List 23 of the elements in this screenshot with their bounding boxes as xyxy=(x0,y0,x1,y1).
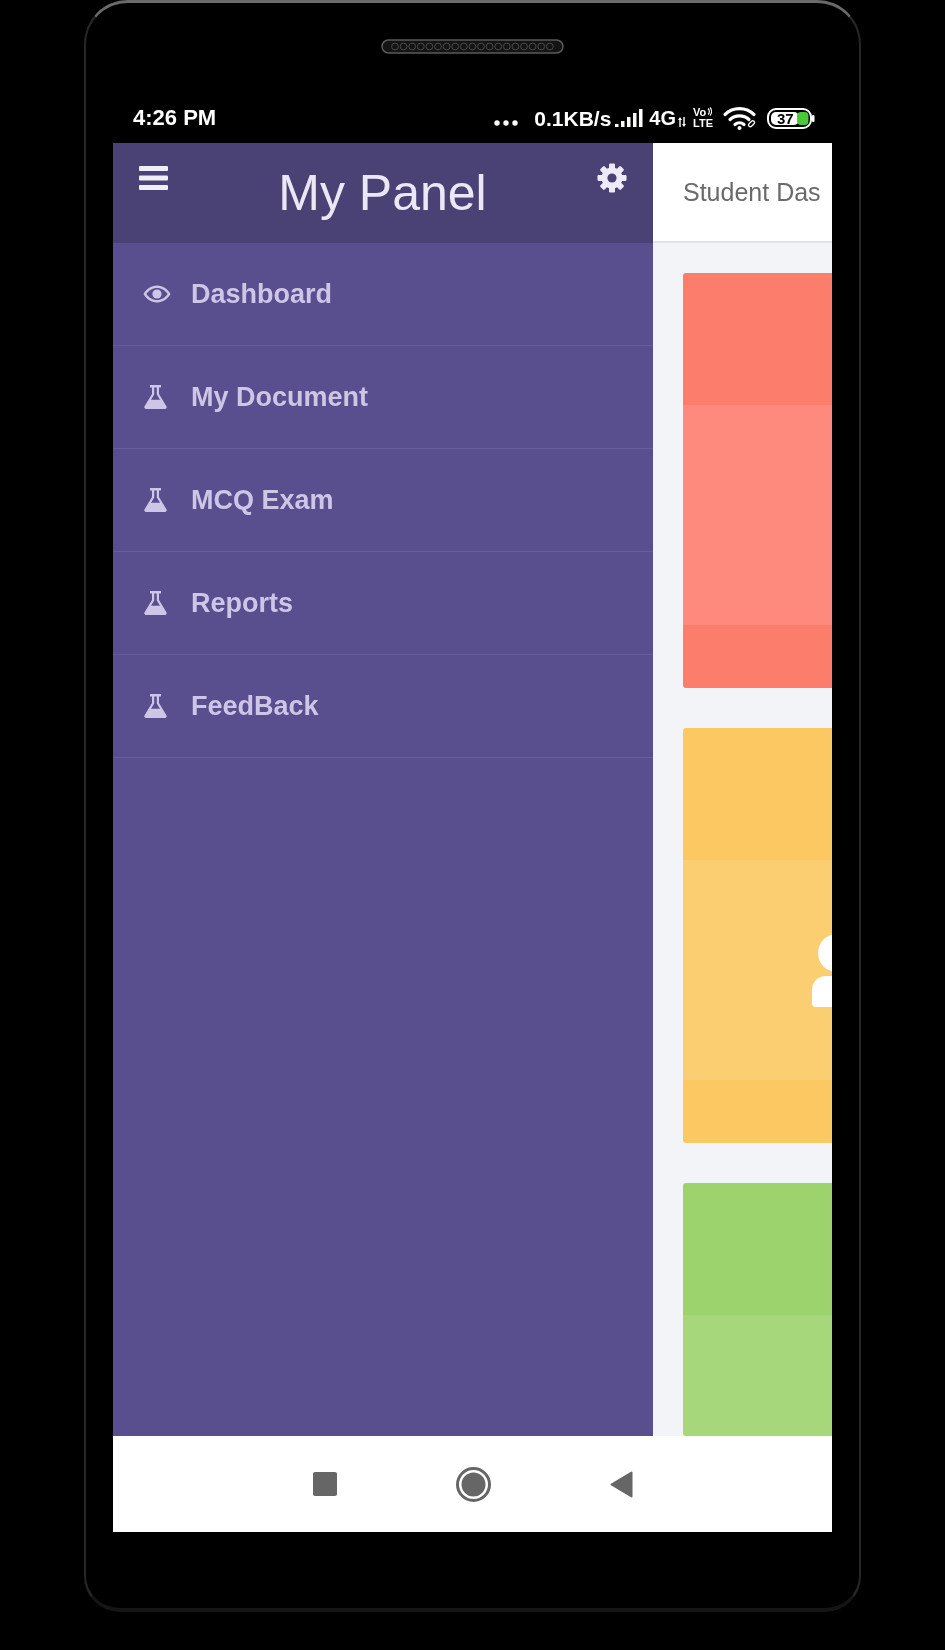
back-icon[interactable] xyxy=(609,1470,633,1498)
volte-label: LTE xyxy=(693,118,713,129)
eye-icon xyxy=(143,285,171,303)
status-time: 4:26 PM xyxy=(133,107,217,129)
signal-icon xyxy=(615,109,644,127)
menu-icon[interactable] xyxy=(139,166,168,190)
flask-icon xyxy=(144,488,167,512)
wifi-icon xyxy=(722,106,757,130)
network-speed: 0.1KB/s xyxy=(534,107,612,129)
drawer-title: My Panel xyxy=(278,168,487,218)
battery-icon xyxy=(767,107,815,129)
waves-icon xyxy=(707,107,713,116)
page-title: Student Das xyxy=(683,179,821,205)
flask-icon xyxy=(144,694,167,718)
volte-label: Vo xyxy=(693,107,707,118)
home-icon[interactable] xyxy=(455,1466,491,1502)
network-type: 4G xyxy=(649,108,677,128)
data-arrows-icon xyxy=(678,117,687,127)
more-dots-icon xyxy=(494,120,519,126)
flask-icon xyxy=(144,385,167,409)
flask-icon xyxy=(144,591,167,615)
recents-icon[interactable] xyxy=(312,1472,337,1496)
battery-percent: 37 xyxy=(777,110,794,126)
